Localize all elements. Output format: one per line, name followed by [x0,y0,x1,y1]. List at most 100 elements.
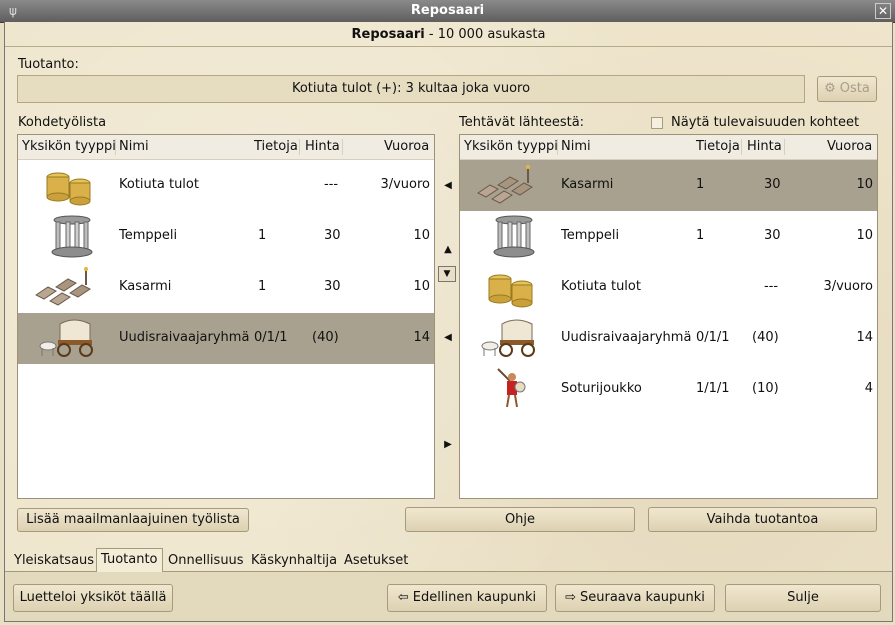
insert-left-icon[interactable]: ◀ [441,331,455,345]
warriors-icon [497,368,526,408]
title-bar: ψ Reposaari ✕ [0,0,895,23]
tab-overview[interactable]: Yleiskatsaus [9,549,99,573]
worklist-table[interactable]: Yksikön tyyppi Nimi Tietoja Hinta Vuoroa… [17,134,435,499]
row-turns: 3/vuoro [380,177,430,192]
source-header: Yksikön tyyppi Nimi Tietoja Hinta Vuoroa [460,135,877,160]
row-info: 1 [258,279,267,294]
city-heading: Reposaari - 10 000 asukasta [5,27,892,42]
row-info: 1 [696,177,705,192]
col-name[interactable]: Nimi [561,139,591,154]
row-cost: --- [324,177,339,192]
row-name: Soturijoukko [561,381,642,396]
move-down-icon[interactable]: ▼ [438,266,456,282]
city-population: - 10 000 asukasta [428,27,546,42]
row-info: 0/1/1 [696,330,730,345]
row-name: Kasarmi [119,279,172,294]
tab-production[interactable]: Tuotanto [96,548,163,572]
source-title: Tehtävät lähteestä: [459,115,585,130]
change-production-button[interactable]: Vaihda tuotantoa [648,507,877,532]
arrow-right-icon: ⇨ [565,590,576,605]
source-row[interactable]: Uudisraivaajaryhmä 0/1/1 (40) 14 [460,313,877,364]
production-label: Tuotanto: [18,57,79,72]
buy-button[interactable]: ⚙ Osta [817,76,877,102]
row-info: 1 [258,228,267,243]
city-name: Reposaari [351,27,425,42]
row-name: Uudisraivaajaryhmä [561,330,692,345]
row-cost: 30 [764,228,781,243]
window-title: Reposaari [410,3,485,18]
tab-happiness[interactable]: Onnellisuus [163,549,249,573]
move-right-icon[interactable]: ▶ [441,438,455,452]
worklist-header: Yksikön tyyppi Nimi Tietoja Hinta Vuoroa [18,135,434,160]
row-turns: 10 [413,228,430,243]
close-button[interactable]: Sulje [725,584,881,612]
worklist-row[interactable]: Kasarmi 1 30 10 [18,262,434,313]
row-turns: 10 [413,279,430,294]
col-info[interactable]: Tietoja [254,139,298,154]
source-row-selected[interactable]: Kasarmi 1 30 10 [460,160,877,211]
row-turns: 14 [856,330,873,345]
list-units-button[interactable]: Luetteloi yksiköt täällä [13,584,173,612]
row-info: 1 [696,228,705,243]
next-city-button[interactable]: ⇨ Seuraava kaupunki [555,584,715,612]
row-turns: 14 [413,330,430,345]
previous-city-button[interactable]: ⇦ Edellinen kaupunki [387,584,547,612]
source-row[interactable]: Temppeli 1 30 10 [460,211,877,262]
gold-coins-icon [488,274,533,308]
row-turns: 10 [856,228,873,243]
divider [5,46,892,47]
col-cost[interactable]: Hinta [747,139,782,154]
current-production: Kotiuta tulot (+): 3 kultaa joka vuoro [17,75,805,103]
row-name: Temppeli [561,228,620,243]
row-info: 1/1/1 [696,381,730,396]
col-info[interactable]: Tietoja [696,139,740,154]
move-up-icon[interactable]: ▲ [441,243,455,257]
settlers-wagon-icon [481,319,535,357]
worklist-row-selected[interactable]: Uudisraivaajaryhmä 0/1/1 (40) 14 [18,313,434,364]
worklist-row[interactable]: Kotiuta tulot --- 3/vuoro [18,160,434,211]
row-cost: (40) [312,330,339,345]
col-unit-type[interactable]: Yksikön tyyppi [464,139,558,154]
row-name: Kotiuta tulot [119,177,199,192]
future-targets-checkbox[interactable] [651,117,663,129]
close-icon[interactable]: ✕ [875,3,891,19]
future-targets-label: Näytä tulevaisuuden kohteet [671,115,860,130]
previous-city-label: Edellinen kaupunki [412,590,537,605]
worklist-row[interactable]: Temppeli 1 30 10 [18,211,434,262]
move-left-icon[interactable]: ◀ [441,179,455,193]
col-name[interactable]: Nimi [119,139,149,154]
row-cost: (40) [752,330,779,345]
row-cost: 30 [324,279,341,294]
row-cost: 30 [324,228,341,243]
help-button[interactable]: Ohje [405,507,635,532]
row-info: 0/1/1 [254,330,288,345]
row-turns: 4 [864,381,873,396]
row-cost: (10) [752,381,779,396]
city-dialog: Reposaari - 10 000 asukasta Tuotanto: Ko… [4,22,893,622]
source-table[interactable]: Yksikön tyyppi Nimi Tietoja Hinta Vuoroa… [459,134,878,499]
col-turns[interactable]: Vuoroa [384,139,429,154]
barracks-icon [35,267,91,306]
col-unit-type[interactable]: Yksikön tyyppi [22,139,116,154]
row-cost: --- [764,279,779,294]
arrow-left-icon: ⇦ [397,590,409,605]
source-row[interactable]: Kotiuta tulot --- 3/vuoro [460,262,877,313]
row-name: Uudisraivaajaryhmä [119,330,250,345]
tab-governor[interactable]: Käskynhaltija [246,549,342,573]
next-city-label: Seuraava kaupunki [579,590,705,605]
barracks-icon [477,165,533,204]
row-turns: 10 [856,177,873,192]
worklist-title: Kohdetyölista [18,115,107,130]
gold-coins-icon [46,172,91,206]
row-cost: 30 [764,177,781,192]
row-name: Kasarmi [561,177,614,192]
gear-icon: ⚙ [824,81,836,96]
temple-icon [51,215,93,258]
row-turns: 3/vuoro [823,279,873,294]
settlers-wagon-icon [39,319,93,357]
col-turns[interactable]: Vuoroa [827,139,872,154]
add-global-worklist-button[interactable]: Lisää maailmanlaajuinen työlista [17,508,249,532]
tab-settings[interactable]: Asetukset [339,549,413,573]
col-cost[interactable]: Hinta [305,139,340,154]
source-row[interactable]: Soturijoukko 1/1/1 (10) 4 [460,364,877,415]
